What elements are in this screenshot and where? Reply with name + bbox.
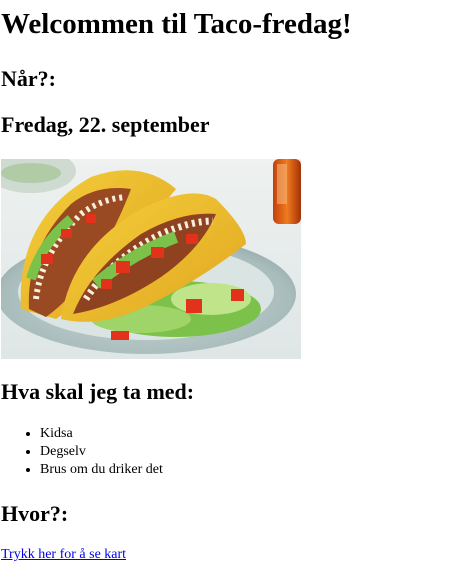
list-item: Kidsa xyxy=(40,425,163,443)
bring-heading: Hva skal jeg ta med: xyxy=(1,379,195,404)
page-title: Welcommen til Taco-fredag! xyxy=(1,8,352,40)
event-date: Fredag, 22. september xyxy=(1,112,210,137)
taco-photo xyxy=(1,159,301,359)
when-heading: Når?: xyxy=(1,66,56,91)
bring-list: Kidsa Degselv Brus om du driker det xyxy=(0,425,163,479)
list-item: Brus om du driker det xyxy=(40,461,163,479)
list-item: Degselv xyxy=(40,443,163,461)
map-link[interactable]: Trykk her for å se kart xyxy=(1,546,126,564)
page: Welcommen til Taco-fredag! Når?: Fredag,… xyxy=(0,0,467,579)
where-heading: Hvor?: xyxy=(1,501,69,526)
